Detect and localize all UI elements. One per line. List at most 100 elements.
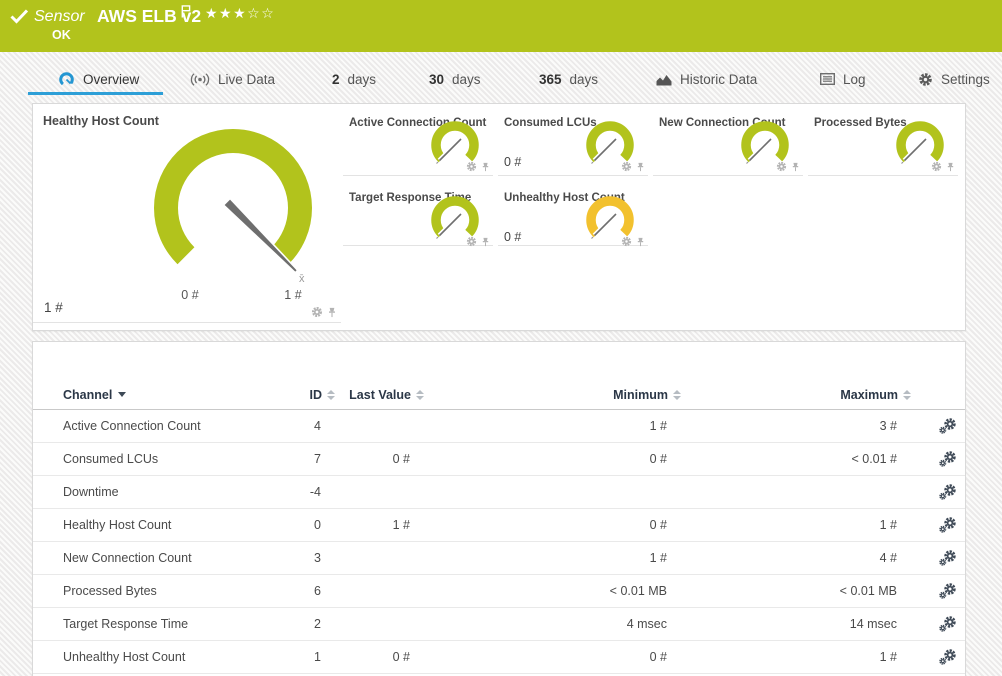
check-icon bbox=[10, 9, 29, 24]
channel-id-cell: 4 bbox=[314, 419, 321, 433]
gear-icon[interactable] bbox=[931, 161, 942, 172]
active-tab-indicator bbox=[28, 92, 163, 95]
gauge-value: 0 # bbox=[504, 230, 522, 244]
status-badge: OK bbox=[52, 28, 71, 42]
channel-settings-button[interactable] bbox=[939, 583, 965, 599]
channel-settings-button[interactable] bbox=[939, 451, 965, 467]
table-row: New Connection Count 3 1 # 4 # bbox=[33, 542, 965, 575]
star-rating[interactable]: ★★★☆☆ bbox=[205, 6, 275, 22]
column-label: Minimum bbox=[613, 387, 668, 402]
tab-label: Settings bbox=[941, 71, 990, 87]
gear-icon[interactable] bbox=[776, 161, 787, 172]
gear-icon[interactable] bbox=[466, 236, 477, 247]
channel-name-cell: Consumed LCUs bbox=[63, 452, 159, 466]
channel-minimum-cell: 4 msec bbox=[626, 617, 667, 631]
table-row: Healthy Host Count 0 1 # 0 # 1 # bbox=[33, 509, 965, 542]
channel-last-value-cell: 0 # bbox=[392, 452, 410, 466]
column-header-maximum[interactable]: Maximum bbox=[667, 388, 911, 402]
channel-minimum-cell: 0 # bbox=[649, 650, 667, 664]
channel-name-cell: Unhealthy Host Count bbox=[63, 650, 186, 664]
gauge-icon bbox=[59, 71, 74, 87]
channel-maximum-cell: 3 # bbox=[879, 419, 897, 433]
table-row: Consumed LCUs 7 0 # 0 # < 0.01 # bbox=[33, 443, 965, 476]
tab-label: days bbox=[452, 71, 481, 87]
gear-icon[interactable] bbox=[466, 161, 477, 172]
channel-settings-icon bbox=[939, 517, 956, 533]
gear-icon[interactable] bbox=[621, 161, 632, 172]
channel-settings-button[interactable] bbox=[939, 418, 965, 434]
page-content: Overview Live Data 2 days 30 days 365 da… bbox=[0, 52, 1002, 676]
caret-down-icon bbox=[118, 392, 127, 397]
tab-settings[interactable]: Settings bbox=[918, 67, 990, 91]
column-label: Last Value bbox=[349, 387, 411, 402]
gauge-value: 0 # bbox=[504, 155, 522, 169]
column-label: Channel bbox=[63, 387, 113, 402]
channel-last-value-cell: 1 # bbox=[392, 518, 410, 532]
pin-icon[interactable] bbox=[481, 162, 490, 172]
table-row: Downtime -4 bbox=[33, 476, 965, 509]
gauge-cell-unhealthy-host-count: Unhealthy Host Count 0 # bbox=[498, 188, 648, 247]
tab-number: 2 bbox=[332, 71, 340, 87]
tab-label: days bbox=[347, 71, 377, 87]
channel-minimum-cell: 1 # bbox=[649, 419, 667, 433]
tab-2-days[interactable]: 2 days bbox=[332, 67, 376, 91]
channel-settings-icon bbox=[939, 418, 956, 434]
channel-maximum-cell: 1 # bbox=[879, 650, 897, 664]
gauge-cell-new-connection-count: New Connection Count bbox=[653, 113, 803, 176]
column-header-minimum[interactable]: Minimum bbox=[410, 387, 681, 402]
channel-settings-button[interactable] bbox=[939, 550, 965, 566]
live-data-icon bbox=[190, 72, 210, 86]
channel-settings-button[interactable] bbox=[939, 517, 965, 533]
gauge-cell-active-connection-count: Active Connection Count bbox=[343, 113, 493, 176]
channel-id-cell: -4 bbox=[309, 485, 321, 499]
channel-settings-button[interactable] bbox=[939, 616, 965, 632]
channel-minimum-cell: < 0.01 MB bbox=[609, 584, 667, 598]
channel-minimum-cell: 1 # bbox=[649, 551, 667, 565]
channel-settings-icon bbox=[939, 451, 956, 467]
stars-empty: ☆☆ bbox=[247, 6, 276, 22]
tab-365-days[interactable]: 365 days bbox=[539, 67, 598, 91]
channel-id-cell: 0 bbox=[314, 518, 321, 532]
channel-settings-icon bbox=[939, 550, 956, 566]
pin-icon[interactable] bbox=[327, 307, 337, 318]
historic-data-icon bbox=[656, 74, 672, 85]
pin-icon[interactable] bbox=[636, 162, 645, 172]
channel-id-cell: 6 bbox=[314, 584, 321, 598]
channel-settings-icon bbox=[939, 616, 956, 632]
channel-settings-button[interactable] bbox=[939, 484, 965, 500]
tab-overview[interactable]: Overview bbox=[58, 67, 139, 91]
gauges-panel: Healthy Host Count 0 # 1 # x̄ 1 # Active… bbox=[32, 103, 966, 331]
pin-icon[interactable] bbox=[791, 162, 800, 172]
tab-log[interactable]: Log bbox=[820, 67, 866, 91]
tab-historic-data[interactable]: Historic Data bbox=[656, 67, 757, 91]
gauge-cell-target-response-time: Target Response Time bbox=[343, 188, 493, 247]
gear-icon[interactable] bbox=[621, 236, 632, 247]
gear-icon[interactable] bbox=[311, 306, 323, 318]
channel-settings-button[interactable] bbox=[939, 649, 965, 665]
channel-name-cell: Processed Bytes bbox=[63, 584, 157, 598]
column-header-channel[interactable]: Channel bbox=[33, 388, 293, 402]
flag-icon bbox=[181, 5, 191, 18]
tab-live-data[interactable]: Live Data bbox=[190, 67, 275, 91]
channel-name-cell: Target Response Time bbox=[63, 617, 189, 631]
sensor-header: Sensor AWS ELB v2 ★★★☆☆ OK bbox=[0, 0, 1002, 52]
stars-filled: ★★★ bbox=[205, 6, 248, 22]
channel-name-cell: New Connection Count bbox=[63, 551, 192, 565]
channel-id-cell: 3 bbox=[314, 551, 321, 565]
channel-name-cell: Active Connection Count bbox=[63, 419, 201, 433]
column-header-id[interactable]: ID bbox=[293, 388, 335, 402]
channel-settings-icon bbox=[939, 484, 956, 500]
tab-30-days[interactable]: 30 days bbox=[429, 67, 481, 91]
sensor-type-label: Sensor bbox=[34, 8, 85, 25]
column-header-last-value[interactable]: Last Value bbox=[321, 387, 424, 402]
pin-icon[interactable] bbox=[481, 237, 490, 247]
gauge-cell-processed-bytes: Processed Bytes bbox=[808, 113, 958, 176]
channel-name-cell: Healthy Host Count bbox=[63, 518, 172, 532]
gauge-value: 1 # bbox=[44, 300, 63, 315]
channel-last-value-cell: 0 # bbox=[392, 650, 410, 664]
channels-panel: Channel ID Last Value Minimum Maximum Ac… bbox=[32, 341, 966, 676]
pin-icon[interactable] bbox=[636, 237, 645, 247]
tab-label: days bbox=[569, 71, 599, 87]
gauge-cell-healthy-host-count: Healthy Host Count 0 # 1 # x̄ 1 # bbox=[33, 104, 341, 323]
pin-icon[interactable] bbox=[946, 162, 955, 172]
